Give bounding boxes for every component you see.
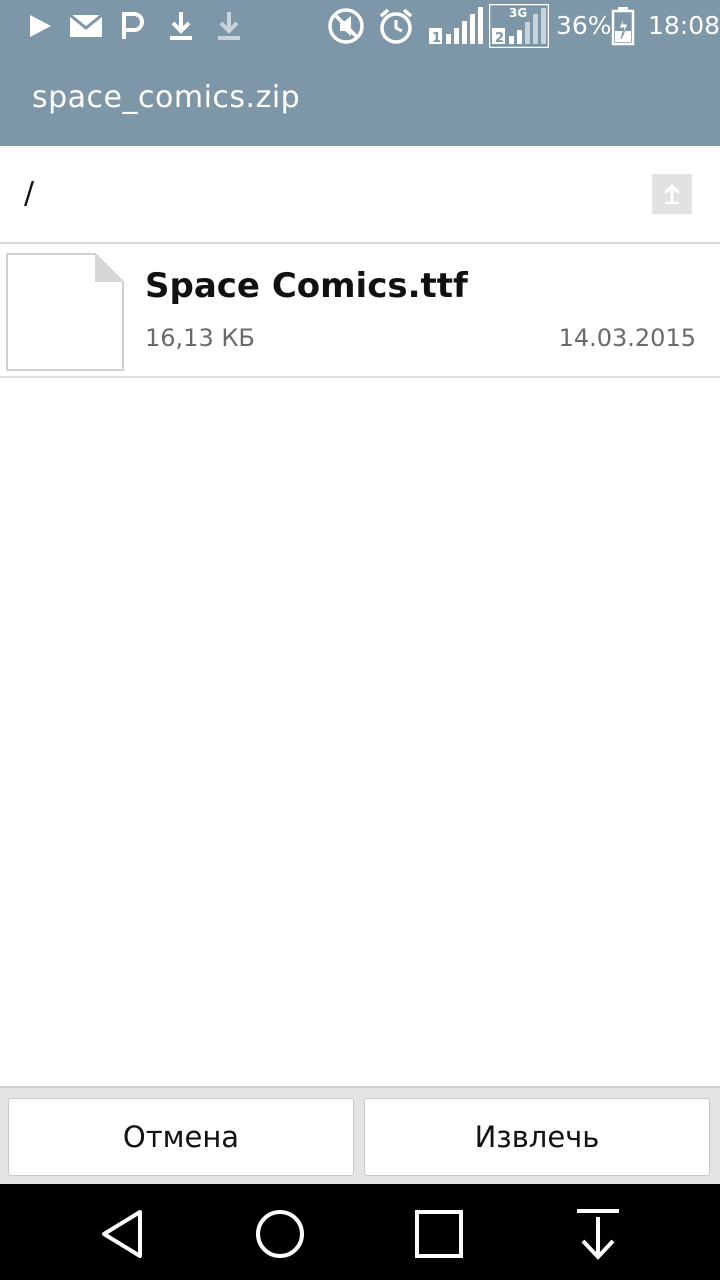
archive-title: space_comics.zip	[32, 80, 301, 115]
navigation-bar	[0, 1184, 720, 1280]
title-bar: space_comics.zip	[0, 52, 720, 146]
up-arrow-icon	[663, 183, 681, 204]
signal-sim2-3g-icon: 3G 2	[489, 4, 549, 48]
extract-button[interactable]: Извлечь	[364, 1098, 710, 1176]
current-path: /	[24, 176, 35, 211]
download-icon	[166, 6, 196, 46]
battery-percent: 36%	[556, 11, 612, 40]
svg-text:1: 1	[432, 31, 441, 46]
file-date: 14.03.2015	[558, 324, 696, 352]
signal-sim1-icon: 1	[428, 6, 484, 46]
mute-icon	[326, 6, 366, 46]
back-icon[interactable]	[92, 1204, 152, 1264]
play-icon	[26, 6, 54, 46]
download-pending-icon	[214, 6, 244, 46]
notifications-down-icon[interactable]	[568, 1204, 628, 1264]
mail-icon	[68, 6, 104, 46]
up-directory-button[interactable]	[652, 174, 692, 214]
file-name: Space Comics.ttf	[145, 266, 468, 306]
recents-icon[interactable]	[409, 1204, 469, 1264]
alarm-icon	[376, 6, 416, 46]
cancel-button[interactable]: Отмена	[8, 1098, 354, 1176]
parking-icon	[118, 6, 148, 46]
action-bar: Отмена Извлечь	[0, 1086, 720, 1186]
battery-charging-icon	[610, 6, 636, 46]
svg-text:2: 2	[495, 31, 504, 46]
clock: 18:08	[648, 11, 720, 40]
path-bar: /	[0, 146, 720, 244]
file-size: 16,13 КБ	[145, 324, 255, 352]
status-bar: 1 3G 2 36% 18:08	[0, 0, 720, 52]
file-icon	[6, 253, 124, 371]
network-type-label: 3G	[509, 6, 527, 20]
file-list-item[interactable]: Space Comics.ttf 16,13 КБ 14.03.2015	[0, 244, 720, 378]
home-icon[interactable]	[250, 1204, 310, 1264]
